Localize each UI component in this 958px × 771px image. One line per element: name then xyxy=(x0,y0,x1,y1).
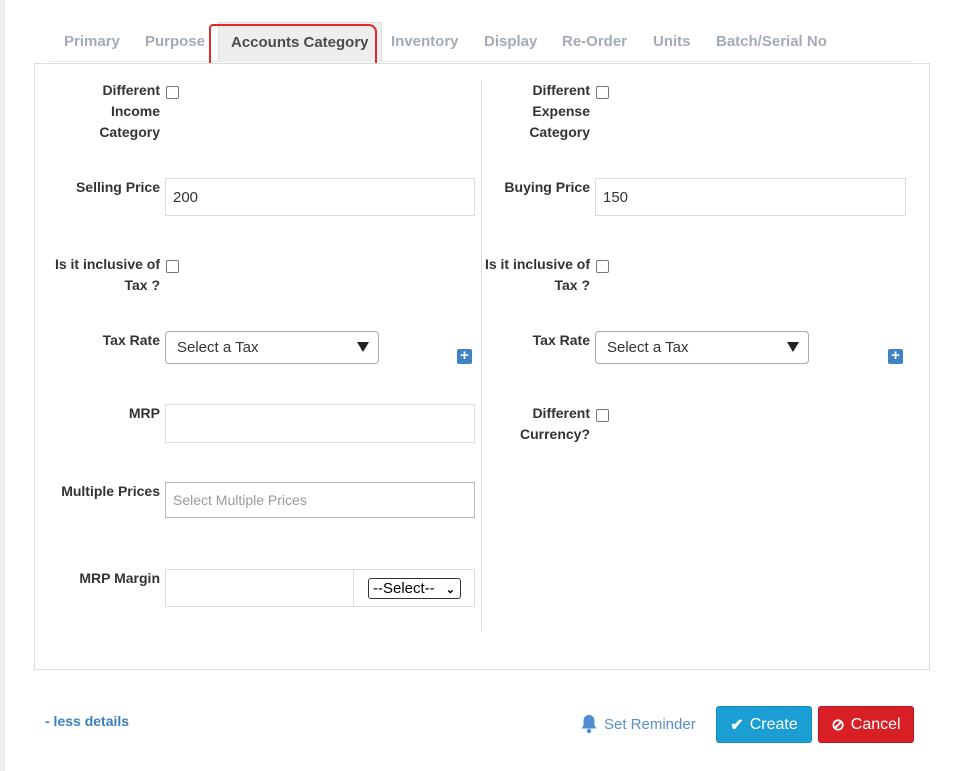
multiple-prices-input[interactable]: Select Multiple Prices xyxy=(165,482,475,518)
caret-down-icon xyxy=(787,342,799,352)
tax-rate-selected-value-right: Select a Tax xyxy=(607,339,689,356)
plus-square-icon[interactable]: + xyxy=(457,348,472,364)
column-divider xyxy=(481,80,482,631)
create-label: Create xyxy=(749,715,798,733)
tab-primary[interactable]: Primary xyxy=(64,22,120,62)
different-currency-label: Different Currency? xyxy=(519,405,590,442)
tab-purpose[interactable]: Purpose xyxy=(145,22,205,62)
tax-rate-label-right: Tax Rate xyxy=(532,332,590,348)
tab-units[interactable]: Units xyxy=(653,22,691,62)
mrp-input[interactable] xyxy=(165,404,475,443)
mrp-margin-select-value: --Select-- xyxy=(373,580,435,597)
cancel-button[interactable]: ⊘ Cancel xyxy=(818,706,914,743)
different-currency-checkbox[interactable] xyxy=(596,409,609,422)
tab-display[interactable]: Display xyxy=(484,22,537,62)
mrp-margin-input[interactable] xyxy=(165,569,354,607)
set-reminder-link[interactable]: Set Reminder xyxy=(580,714,696,734)
page-edge xyxy=(0,0,5,771)
caret-down-icon xyxy=(357,342,369,352)
buying-price-input[interactable]: 150 xyxy=(595,178,906,216)
tab-inventory[interactable]: Inventory xyxy=(391,22,459,62)
inclusive-of-tax-checkbox-right[interactable] xyxy=(596,260,609,273)
check-icon: ✔ xyxy=(730,716,744,734)
tax-rate-selected-value: Select a Tax xyxy=(177,339,259,356)
tab-re-order[interactable]: Re-Order xyxy=(562,22,627,62)
multiple-prices-label: Multiple Prices xyxy=(61,483,160,499)
inclusive-of-tax-label-right: Is it inclusive of Tax ? xyxy=(484,256,590,293)
tab-accounts-category[interactable]: Accounts Category xyxy=(218,22,382,62)
tax-rate-select[interactable]: Select a Tax xyxy=(165,331,379,364)
different-expense-category-checkbox[interactable] xyxy=(596,86,609,99)
cancel-label: Cancel xyxy=(850,715,901,733)
inclusive-of-tax-label: Is it inclusive of Tax ? xyxy=(54,256,160,293)
set-reminder-label: Set Reminder xyxy=(604,715,696,733)
mrp-margin-select[interactable]: --Select-- ⌄ xyxy=(368,578,461,599)
different-income-category-checkbox[interactable] xyxy=(166,86,179,99)
inclusive-of-tax-checkbox[interactable] xyxy=(166,260,179,273)
tax-rate-select-right[interactable]: Select a Tax xyxy=(595,331,809,364)
ban-icon: ⊘ xyxy=(831,716,845,734)
selling-price-label: Selling Price xyxy=(75,179,160,195)
tab-bar: Primary Purpose Accounts Category Invent… xyxy=(50,22,912,62)
plus-square-icon[interactable]: + xyxy=(888,348,903,364)
tab-batch-serial-no[interactable]: Batch/Serial No xyxy=(716,22,827,62)
mrp-margin-label: MRP Margin xyxy=(79,570,160,586)
different-expense-category-label: Different Expense Category xyxy=(529,82,590,140)
chevron-down-icon: ⌄ xyxy=(445,584,455,596)
bell-icon xyxy=(581,715,597,734)
less-details-link[interactable]: - less details xyxy=(45,713,129,729)
buying-price-label: Buying Price xyxy=(504,179,590,195)
selling-price-input[interactable]: 200 xyxy=(165,178,475,216)
tax-rate-label: Tax Rate xyxy=(102,332,160,348)
mrp-label: MRP xyxy=(128,405,160,421)
create-button[interactable]: ✔ Create xyxy=(716,706,812,743)
different-income-category-label: Different Income Category xyxy=(99,82,160,140)
